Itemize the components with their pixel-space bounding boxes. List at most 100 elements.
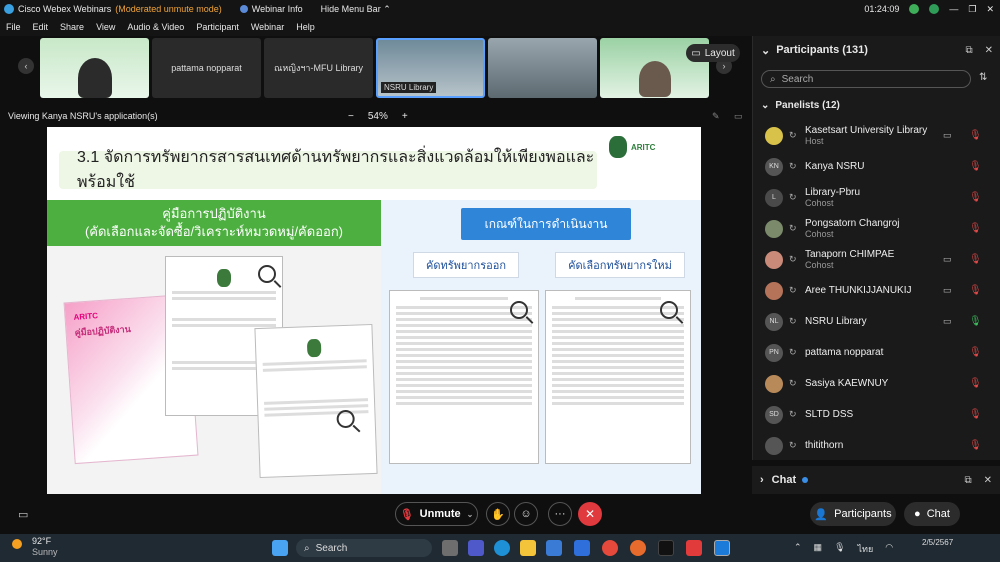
chevron-up-icon[interactable]: ⌃ [794,542,802,556]
annotate-icon[interactable]: ✎ [712,111,720,122]
chat-toggle-button[interactable]: ● Chat [904,502,960,526]
panelist-row[interactable]: ↻ Sasiya KAEWNUY 🎙 [753,368,1000,399]
taskbar-search[interactable]: ⌕ Search [296,539,432,557]
mic-muted-icon[interactable]: 🎙 [969,347,982,358]
start-icon[interactable] [272,540,288,556]
zoom-out-button[interactable]: − [348,111,354,122]
menu-audio-video[interactable]: Audio & Video [127,22,184,32]
popout-icon[interactable]: ⧉ [965,45,972,56]
menu-edit[interactable]: Edit [33,22,49,32]
leave-button[interactable]: ✕ [578,502,602,526]
mic-muted-icon[interactable]: 🎙 [969,409,982,420]
panelist-name: pattama nopparat [805,347,884,358]
close-icon[interactable]: ✕ [984,475,992,486]
chrome-icon[interactable] [602,540,618,556]
close-icon[interactable]: ✕ [985,45,993,56]
webinar-info-button[interactable]: Webinar Info [239,4,303,14]
sync-icon: ↻ [789,440,797,450]
sync-icon: ↻ [789,130,797,140]
anydesk-icon[interactable] [686,540,702,556]
panelist-row[interactable]: PN ↻ pattama nopparat 🎙 [753,337,1000,368]
panelist-row[interactable]: ↻ Aree THUNKIJJANUKIJ ▭ 🎙 [753,275,1000,306]
video-tile[interactable]: pattama nopparat [152,38,261,98]
close-icon[interactable]: ✕ [986,4,994,15]
panelist-row[interactable]: NL ↻ NSRU Library ▭ 🎙 [753,306,1000,337]
app-icon[interactable] [442,540,458,556]
video-tile[interactable] [40,38,149,98]
hide-menu-bar-button[interactable]: Hide Menu Bar ⌃ [321,4,391,15]
video-tile[interactable] [488,38,597,98]
camera-icon: ▭ [943,130,952,140]
menu-help[interactable]: Help [296,22,315,32]
panelist-row[interactable]: KN ↻ Kanya NSRU 🎙 [753,151,1000,182]
taskbar-clock[interactable]: 2/5/2567 [922,537,953,548]
more-options-button[interactable]: ··· [548,502,572,526]
panelist-row[interactable]: ↻ Tanaporn CHIMPAE Cohost ▭ 🎙 [753,244,1000,275]
file-explorer-icon[interactable] [520,540,536,556]
chat-toggle-label: Chat [926,508,950,520]
chat-panel-header[interactable]: › Chat ⧉ ✕ [752,466,1000,494]
minimize-icon[interactable]: — [949,4,958,14]
participants-toggle-button[interactable]: 👤 Participants [810,502,896,526]
menu-participant[interactable]: Participant [196,22,239,32]
teams-icon[interactable] [468,540,484,556]
weed-out-label: คัดทรัพยากรออก [413,252,519,278]
participant-search-input[interactable]: ⌕ Search [761,70,971,88]
mic-muted-icon[interactable]: 🎙 [969,440,982,451]
panelist-name: SLTD DSS [805,409,854,420]
mail-icon[interactable] [546,540,562,556]
mic-muted-icon[interactable]: 🎙 [969,130,982,141]
unmute-label: Unmute [419,508,461,520]
maximize-icon[interactable]: ❐ [968,4,976,15]
menu-view[interactable]: View [96,22,115,32]
mic-muted-icon[interactable]: 🎙 [969,285,982,296]
mic-muted-icon[interactable]: 🎙 [969,192,982,203]
sort-icon[interactable]: ⇅ [979,72,987,83]
panelist-name-block: pattama nopparat [805,347,883,358]
unmute-button[interactable]: 🎙 Unmute ⌄ [395,502,478,526]
video-tile-active[interactable]: NSRU Library [376,38,485,98]
video-tile[interactable]: ณหญิงฯา-MFU Library [264,38,373,98]
popout-icon[interactable]: ⧉ [964,475,971,486]
panelist-row[interactable]: SD ↻ SLTD DSS 🎙 [753,399,1000,430]
menu-share[interactable]: Share [60,22,84,32]
app-icon[interactable] [574,540,590,556]
edge-icon[interactable] [494,540,510,556]
panelist-row[interactable]: ↻ thitithorn 🎙 [753,430,1000,461]
manual-illustration: ARITC คู่มือปฏิบัติงาน [47,246,381,494]
avatar: SD [765,405,783,424]
panelist-row[interactable]: L ↻ Library-Pbru Cohost 🎙 [753,182,1000,213]
mic-muted-icon[interactable]: 🎙 [969,223,982,234]
mic-muted-icon: 🎙 [399,508,414,521]
zoom-in-button[interactable]: + [402,111,408,122]
popout-icon[interactable]: ▭ [734,111,743,122]
mic-muted-icon[interactable]: 🎙 [969,254,982,265]
tiktok-icon[interactable] [658,540,674,556]
prev-videos-button[interactable]: ‹ [18,58,34,74]
network-icon[interactable]: ▦ [814,542,823,556]
window-titlebar: Cisco Webex Webinars (Moderated unmute m… [0,0,1000,18]
criteria-doc-left [389,290,539,464]
captions-icon[interactable]: ▭ [18,508,28,521]
raise-hand-button[interactable]: ✋ [486,502,510,526]
firefox-icon[interactable] [630,540,646,556]
layout-button[interactable]: ▭ Layout [686,44,740,62]
webex-taskbar-icon[interactable] [714,540,730,556]
reactions-button[interactable]: ☺ [514,502,538,526]
panelist-row[interactable]: ↻ Kasetsart University Library Host ▭ 🎙 [753,120,1000,151]
mic-on-icon[interactable]: 🎙 [969,316,982,327]
language-indicator[interactable]: ไทย [858,542,874,556]
mic-muted-icon[interactable]: 🎙 [969,378,982,389]
weather-widget[interactable]: 92°F Sunny [12,536,58,558]
chevron-down-icon[interactable]: ⌄ [761,44,770,57]
manual-subtitle: (คัดเลือกและจัดซื้อ/วิเคราะห์หมวดหมู่/คั… [84,224,344,239]
mic-muted-icon[interactable]: 🎙 [969,161,982,172]
wifi-icon[interactable]: ◠ [885,542,893,556]
panelist-role: Cohost [805,228,834,239]
panelists-section-header[interactable]: ⌄ Panelists (12) [761,100,840,111]
seal-icon [217,269,231,287]
mic-icon[interactable]: 🎙 [834,542,845,556]
panelist-row[interactable]: ↻ Pongsatorn Changroj Cohost 🎙 [753,213,1000,244]
menu-file[interactable]: File [6,22,21,32]
menu-webinar[interactable]: Webinar [251,22,284,32]
